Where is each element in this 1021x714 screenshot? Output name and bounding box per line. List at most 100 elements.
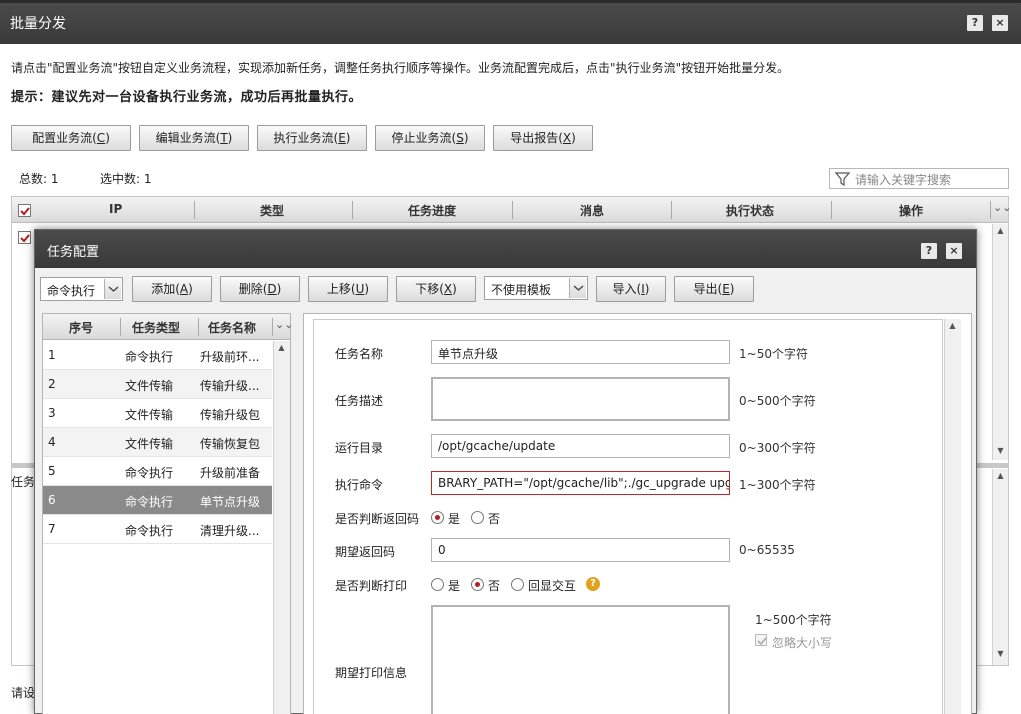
col-sep — [120, 318, 121, 336]
col-progress[interactable]: 任务进度 — [408, 202, 456, 219]
check-code-no-label: 否 — [488, 512, 501, 526]
stop-flow-button[interactable]: 停止业务流(S) — [375, 125, 485, 151]
move-down-button[interactable]: 下移(X) — [396, 276, 476, 302]
add-task-button[interactable]: 添加(A) — [132, 276, 212, 302]
move-up-button[interactable]: 上移(U) — [308, 276, 388, 302]
column-chooser-icon[interactable]: ⌄⌄ — [275, 318, 293, 331]
filter-icon — [835, 172, 850, 186]
col-message[interactable]: 消息 — [580, 202, 604, 219]
dialog-title: 任务配置 — [47, 245, 100, 260]
check-print-no-label: 否 — [488, 579, 501, 593]
scroll-down-icon[interactable]: ▼ — [993, 649, 1008, 658]
task-name: 传输升级包 — [200, 408, 261, 422]
expect-code-label: 期望返回码 — [335, 545, 396, 559]
task-name-input[interactable]: 单节点升级 — [431, 340, 730, 364]
task-type: 文件传输 — [125, 408, 174, 422]
select-all-checkbox[interactable] — [18, 204, 31, 217]
export-report-button[interactable]: 导出报告(X) — [493, 125, 593, 151]
expect-code-hint: 0~65535 — [739, 543, 795, 557]
task-list-row[interactable]: 1 命令执行 升级前环... — [43, 341, 272, 370]
check-print-no-radio[interactable] — [471, 578, 484, 591]
selected-count: 选中数: 1 — [100, 172, 152, 186]
task-no: 1 — [48, 348, 56, 362]
detail-scrollbar[interactable]: ▲ ▼ — [992, 469, 1008, 665]
chevron-down-icon[interactable] — [104, 279, 121, 299]
task-name: 传输恢复包 — [200, 437, 261, 451]
scroll-up-icon[interactable]: ▲ — [993, 471, 1008, 480]
check-code-label: 是否判断返回码 — [335, 512, 420, 526]
task-name: 传输升级... — [200, 379, 260, 393]
task-name-hint: 1~50个字符 — [739, 347, 808, 361]
task-list-row[interactable]: 4 文件传输 传输恢复包 — [43, 428, 272, 457]
check-icon — [20, 207, 30, 216]
col-type[interactable]: 类型 — [260, 202, 284, 219]
help-question-icon[interactable]: ? — [586, 577, 600, 591]
template-select[interactable]: 不使用模板 — [484, 276, 588, 300]
dialog-close-icon[interactable]: × — [946, 243, 962, 259]
task-detail-panel: 任务名称 单节点升级 1~50个字符 任务描述 0~500个字符 运行目录 /o… — [303, 313, 972, 714]
task-desc-textarea[interactable] — [431, 377, 730, 421]
col-sep — [272, 318, 273, 336]
row-checkbox[interactable] — [18, 231, 31, 244]
tip-text: 提示：建议先对一台设备执行业务流，成功后再批量执行。 — [11, 90, 363, 105]
check-print-label: 是否判断打印 — [335, 579, 408, 593]
task-list-row[interactable]: 3 文件传输 传输升级包 — [43, 399, 272, 428]
scroll-up-icon[interactable]: ▲ — [274, 343, 289, 352]
check-icon — [757, 637, 767, 646]
task-name: 单节点升级 — [200, 495, 261, 509]
config-flow-button[interactable]: 配置业务流(C) — [11, 125, 131, 151]
check-print-yes-radio[interactable] — [431, 578, 444, 591]
task-list-row[interactable]: 2 文件传输 传输升级... — [43, 370, 272, 399]
form-scrollbar[interactable]: ▲ — [944, 319, 961, 714]
ignore-case-checkbox[interactable] — [755, 634, 767, 646]
task-no: 2 — [48, 377, 56, 391]
search-input[interactable]: 请输入关键字搜索 — [829, 168, 1009, 189]
task-list-header: 序号 任务类型 任务名称 ⌄⌄ — [43, 314, 293, 340]
grid-scrollbar[interactable]: ▲ ▼ — [992, 224, 1008, 460]
expect-code-input[interactable]: 0 — [431, 538, 730, 562]
task-type: 文件传输 — [125, 379, 174, 393]
template-value: 不使用模板 — [491, 283, 552, 297]
task-type-select[interactable]: 命令执行 — [40, 277, 123, 301]
task-type-value: 命令执行 — [47, 284, 96, 298]
chevron-down-icon[interactable] — [569, 278, 586, 298]
scroll-up-icon[interactable]: ▲ — [993, 226, 1008, 235]
check-code-yes-radio[interactable] — [431, 511, 444, 524]
task-type: 命令执行 — [125, 466, 174, 480]
task-list-row[interactable]: 6 命令执行 单节点升级 — [43, 486, 272, 515]
col-ip[interactable]: IP — [109, 202, 122, 216]
export-button[interactable]: 导出(E) — [674, 276, 754, 302]
edit-flow-button[interactable]: 编辑业务流(T) — [139, 125, 249, 151]
dialog-help-icon[interactable]: ? — [921, 243, 937, 259]
task-list-row[interactable]: 7 命令执行 清理升级... — [43, 515, 272, 544]
run-dir-label: 运行目录 — [335, 441, 384, 455]
run-dir-input[interactable]: /opt/gcache/update — [431, 434, 730, 458]
col-action[interactable]: 操作 — [899, 202, 923, 219]
check-print-echo-radio[interactable] — [511, 578, 524, 591]
col-task-type[interactable]: 任务类型 — [132, 319, 180, 336]
check-code-yes-label: 是 — [448, 512, 461, 526]
task-config-dialog: 任务配置 ? × 命令执行 添加(A) 删除(D) 上移(U) 下移(X) 不使… — [34, 229, 977, 714]
col-status[interactable]: 执行状态 — [726, 202, 774, 219]
task-no: 7 — [48, 522, 56, 536]
check-code-no-radio[interactable] — [471, 511, 484, 524]
scroll-down-icon[interactable]: ▼ — [993, 446, 1008, 455]
task-name: 升级前环... — [200, 350, 260, 364]
ignore-case-label: 忽略大小写 — [772, 636, 833, 650]
close-icon[interactable]: × — [992, 15, 1008, 31]
run-dir-hint: 0~300个字符 — [739, 441, 816, 455]
scroll-up-icon[interactable]: ▲ — [945, 321, 960, 330]
col-task-name[interactable]: 任务名称 — [208, 319, 256, 336]
column-chooser-icon[interactable]: ⌄⌄ — [993, 201, 1011, 214]
task-list-scrollbar[interactable]: ▲ — [273, 341, 290, 714]
col-no[interactable]: 序号 — [69, 319, 93, 336]
task-list-row[interactable]: 5 命令执行 升级前准备 — [43, 457, 272, 486]
expect-print-textarea[interactable] — [431, 605, 730, 714]
delete-task-button[interactable]: 删除(D) — [220, 276, 300, 302]
help-icon[interactable]: ? — [967, 15, 983, 31]
run-flow-button[interactable]: 执行业务流(E) — [257, 125, 367, 151]
task-type: 文件传输 — [125, 437, 174, 451]
command-input[interactable]: BRARY_PATH="/opt/gcache/lib";./gc_upgrad… — [431, 471, 730, 495]
task-name: 清理升级... — [200, 524, 260, 538]
import-button[interactable]: 导入(I) — [596, 276, 666, 302]
